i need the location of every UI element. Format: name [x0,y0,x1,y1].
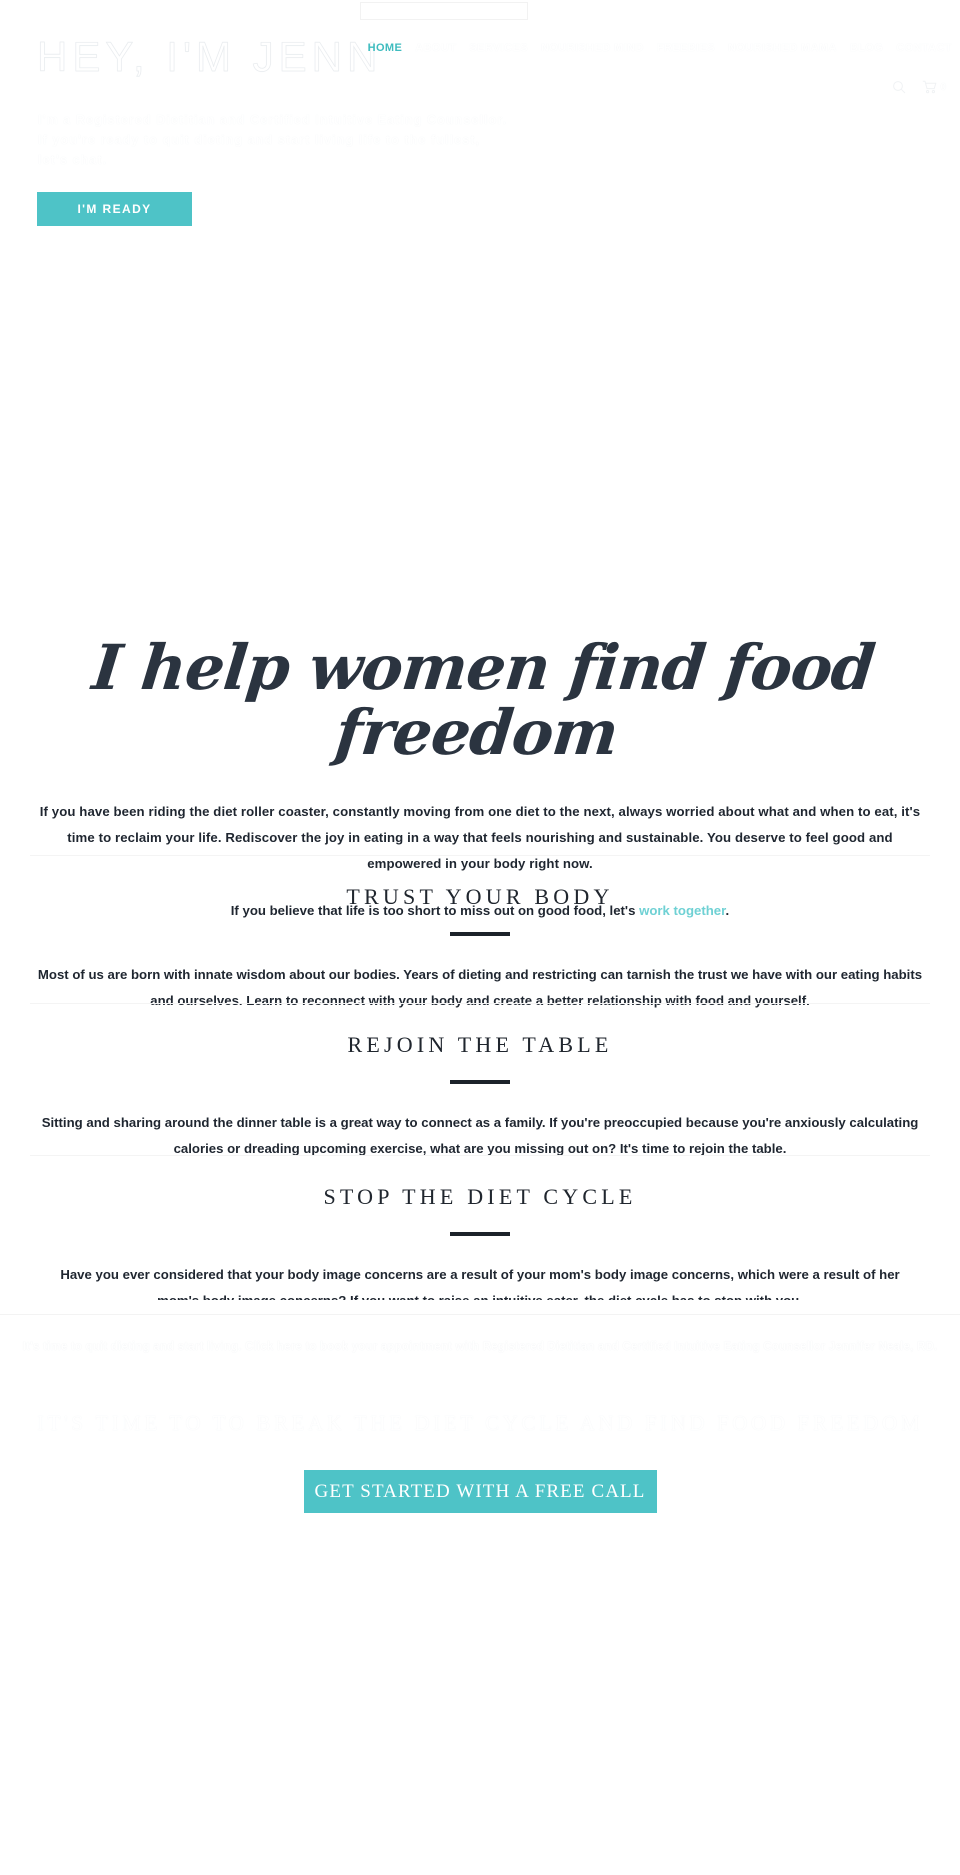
section-rule [450,932,510,936]
section-title: REJOIN THE TABLE [347,1032,613,1057]
section-title: TRUST YOUR BODY [346,884,614,909]
hero-ghost-box [360,2,528,20]
im-ready-button[interactable]: I'M READY [37,192,192,226]
nav-item-nourished-mind[interactable]: NOURISHED MIND [541,42,644,54]
section-divider [30,1155,930,1156]
cta-section: It's time to quit dieting and start livi… [0,1300,960,1875]
section-divider [30,855,930,856]
main-navigation: HOME ABOUT SERVICES NOURISHED MIND FREEB… [0,36,960,60]
cta-divider [0,1314,960,1315]
cart-count-badge: 0 [940,81,946,93]
nav-utilities: 0 [892,80,946,94]
section-rule [450,1080,510,1084]
nav-list: HOME ABOUT SERVICES NOURISHED MIND FREEB… [368,42,952,54]
nav-item-nourished-mama[interactable]: NOURISHED MAMA [728,42,837,54]
page-root: HEY, I'M JENN I'm a Registered Dietitian… [0,0,960,1875]
section-rejoin-the-table: REJOIN THE TABLE Sitting and sharing aro… [0,1003,960,1162]
section-rule [450,1232,510,1236]
nav-item-freebies[interactable]: FREEBIES [657,42,715,54]
nav-item-home[interactable]: HOME [368,42,403,54]
cart-icon[interactable]: 0 [922,80,946,94]
section-stop-the-diet-cycle: STOP THE DIET CYCLE Have you ever consid… [0,1155,960,1314]
nav-item-blog[interactable]: BLOG [850,42,883,54]
cta-kicker-text: It's time to quit dieting and start livi… [22,1341,938,1353]
hero-subtitle: I'm a Registered Dietitian and Certified… [38,113,508,167]
section-divider [30,1003,930,1004]
nav-item-about[interactable]: ABOUT [415,42,456,54]
search-icon[interactable] [892,80,906,94]
cta-heading: IT'S TIME TO TO BREAK THE DIET CYCLE AND… [37,1411,923,1435]
section-trust-your-body: TRUST YOUR BODY Most of us are born with… [0,855,960,1014]
section-title: STOP THE DIET CYCLE [323,1184,637,1209]
nav-item-services[interactable]: SERVICES [469,42,528,54]
get-started-button[interactable]: GET STARTED WITH A FREE CALL [303,1470,657,1513]
intro-headline: I help women find food freedom [89,631,878,770]
nav-item-contact[interactable]: CONTACT [896,42,952,54]
hero-banner: HEY, I'M JENN I'm a Registered Dietitian… [0,0,960,615]
